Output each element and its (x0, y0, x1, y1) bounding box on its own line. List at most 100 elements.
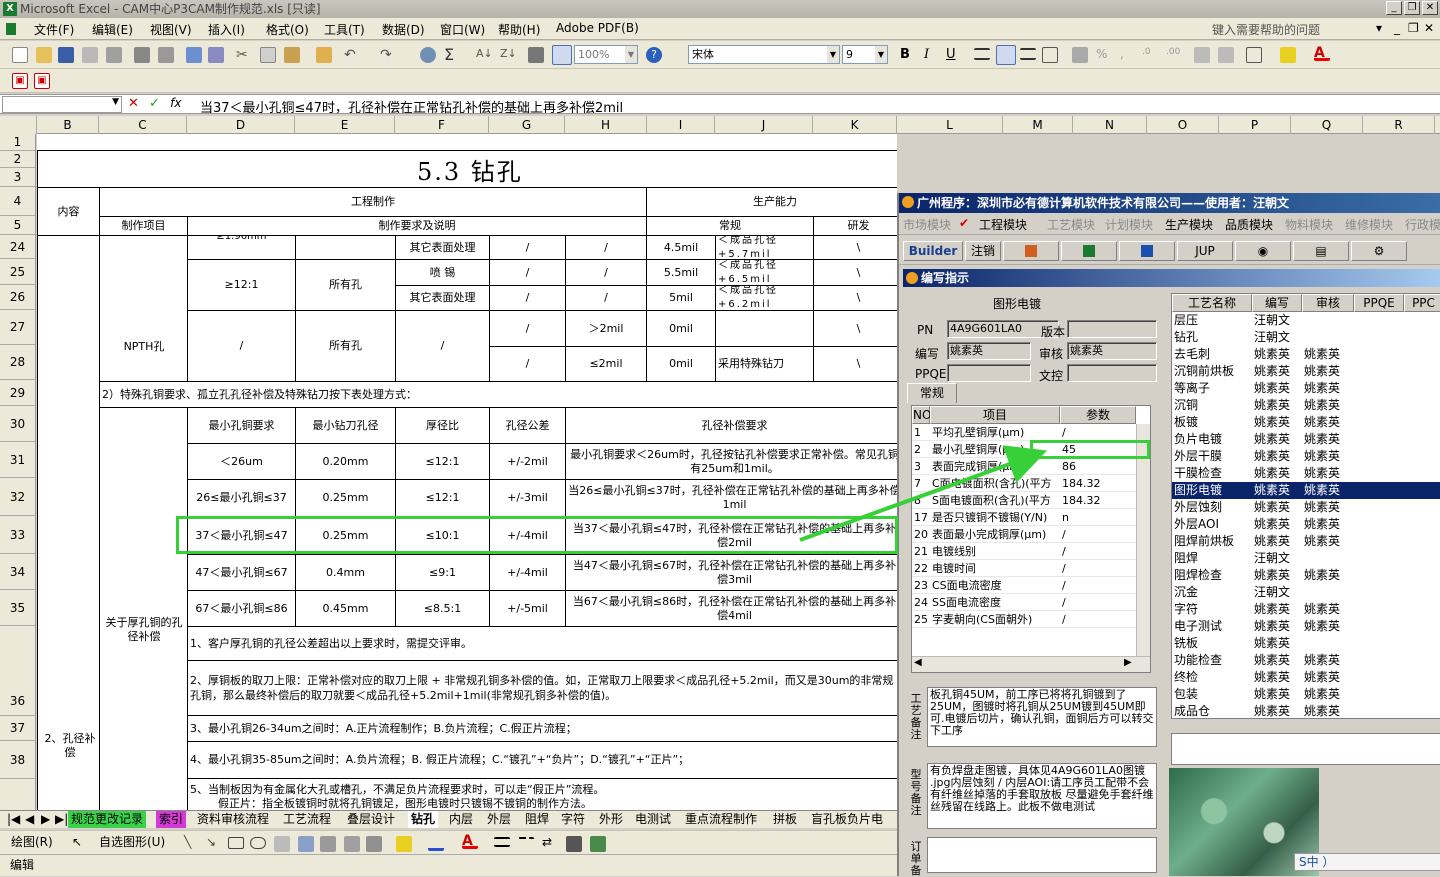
first-sheet-icon[interactable]: |◀ (4, 811, 23, 828)
row-header[interactable]: 36 (0, 626, 35, 716)
currency-icon[interactable] (1072, 47, 1088, 63)
list-item[interactable]: 铣板 姚素英 (1172, 635, 1440, 652)
row-header[interactable]: 28 (0, 345, 35, 380)
param-row[interactable]: 3 表面完成铜厚(μm) 86 (912, 458, 1142, 475)
list-item[interactable]: 沉铜 姚素英 姚素英 (1172, 397, 1440, 414)
module-material[interactable]: 物料模块 (1285, 216, 1333, 233)
formula-input[interactable]: 当37＜最小孔铜≤47时，孔径补偿在正常钻孔补偿的基础上再多补偿2mil (200, 97, 623, 116)
doc-close-icon[interactable]: ✕ (1424, 21, 1434, 35)
cancel-icon[interactable]: ✕ (128, 96, 139, 111)
chart-wizard-icon[interactable] (528, 47, 544, 63)
list-item[interactable]: 钻孔 汪朝文 (1172, 329, 1440, 346)
list-item[interactable]: 图形电镀 姚素英 姚素英 (1172, 482, 1440, 499)
sheet-tab[interactable]: 外层 (484, 811, 514, 828)
column-header[interactable]: Q (1291, 116, 1363, 134)
rectangle-icon[interactable] (228, 837, 244, 849)
sheet-tab[interactable]: 拼板 (770, 811, 800, 828)
row-header[interactable]: 37 (0, 716, 35, 741)
menu-file[interactable]: 文件(F) (34, 21, 74, 38)
row-header[interactable]: 1 (0, 134, 35, 151)
param-row[interactable]: 20 表面最小完成铜厚(μm) / (912, 526, 1142, 543)
ppt-icon[interactable] (1003, 241, 1059, 261)
line-icon[interactable]: ╲ (184, 835, 200, 851)
module-admin[interactable]: 行政模 (1405, 216, 1440, 233)
row-header[interactable]: 27 (0, 310, 35, 345)
menu-data[interactable]: 数据(D) (382, 21, 425, 38)
module-planning[interactable]: 计划模块 (1105, 216, 1153, 233)
word-export-icon[interactable] (1119, 241, 1175, 261)
param-row[interactable]: 25 字麦朝向(CS面朝外) / (912, 611, 1142, 628)
column-header[interactable]: D (187, 116, 295, 134)
row-header[interactable]: 32 (0, 478, 35, 516)
excel-menu-icon[interactable] (6, 23, 16, 35)
drawing-toggle-icon[interactable] (552, 45, 572, 65)
param-row[interactable]: 21 电镀线别 / (912, 543, 1142, 560)
help-dropdown-icon[interactable]: ▾ (1376, 21, 1382, 35)
review-field[interactable]: 姚素英 (1067, 342, 1157, 360)
menu-insert[interactable]: 插入(I) (208, 21, 245, 38)
row-header[interactable]: 38 (0, 741, 35, 779)
param-row[interactable]: 17 是否只镀铜不镀锡(Y/N) n (912, 509, 1142, 526)
column-header[interactable]: L (897, 116, 1003, 134)
restore-icon[interactable]: ❐ (1404, 1, 1420, 15)
list-item[interactable]: 等离子 姚素英 姚素英 (1172, 380, 1440, 397)
column-header[interactable]: P (1219, 116, 1291, 134)
open-icon[interactable] (36, 47, 52, 63)
list-item[interactable]: 去毛刺 姚素英 姚素英 (1172, 346, 1440, 363)
param-row[interactable]: 8 S面电镀面积(含孔)(平方 184.32 (912, 492, 1142, 509)
view-icon[interactable]: ◉ (1235, 241, 1291, 261)
type-note[interactable]: 有负焊盘走图镀，具体见4A9G601LA0图镀 .jpg内层蚀刻 / 内层AOI… (927, 763, 1157, 829)
comma-icon[interactable]: , (1120, 47, 1136, 63)
research-icon[interactable] (208, 47, 224, 63)
row-header[interactable]: 25 (0, 259, 35, 285)
row-header[interactable]: 3 (0, 168, 35, 187)
diagram-icon[interactable] (320, 836, 336, 852)
select-objects-icon[interactable]: ↖ (72, 835, 88, 851)
control-field[interactable] (1067, 364, 1157, 382)
minimize-icon[interactable]: _ (1386, 1, 1402, 15)
save-icon[interactable] (58, 47, 74, 63)
zoom-select[interactable]: 100% ▼ (574, 45, 638, 64)
scroll-left-icon[interactable]: ◀ (914, 657, 922, 668)
param-row[interactable]: 23 CS面电流密度 / (912, 577, 1142, 594)
percent-icon[interactable]: % (1096, 47, 1112, 63)
column-header[interactable]: I (647, 116, 715, 134)
excel-export-icon[interactable] (1061, 241, 1117, 261)
sheet-tab-active[interactable]: 钻孔 (408, 811, 439, 828)
list-item[interactable]: 沉金 汪朝文 (1172, 584, 1440, 601)
fill-color-icon[interactable] (396, 836, 412, 852)
settings-icon[interactable]: ⚙ (1351, 241, 1407, 261)
ppqe-field[interactable] (947, 364, 1031, 382)
font-color-icon[interactable]: A (462, 833, 478, 849)
column-header[interactable]: F (395, 116, 489, 134)
row-header[interactable]: 4 (0, 187, 35, 216)
param-row[interactable]: 1 平均孔壁铜厚(μm) / (912, 424, 1142, 441)
list-item[interactable]: 电子测试 姚素英 姚素英 (1172, 618, 1440, 635)
order-note[interactable] (927, 837, 1157, 873)
row-header[interactable]: 30 (0, 406, 35, 442)
list-item[interactable]: 阻焊 汪朝文 (1172, 550, 1440, 567)
font-size-select[interactable]: 9 ▼ (842, 45, 888, 64)
jup-button[interactable]: JUP (1177, 241, 1233, 261)
shadow-icon[interactable] (566, 836, 582, 852)
column-header[interactable]: E (295, 116, 395, 134)
autosum-icon[interactable]: Σ (444, 45, 460, 64)
param-hscrollbar[interactable]: ◀ ▶ (912, 656, 1150, 672)
logout-button[interactable]: 注销 (965, 241, 1001, 261)
list-item[interactable]: 阻焊前烘板 姚素英 姚素英 (1172, 533, 1440, 550)
select-all-corner[interactable] (0, 116, 37, 134)
tab-normal[interactable]: 常规 (907, 383, 957, 403)
undo-icon[interactable]: ↶ (344, 47, 360, 63)
list-item[interactable]: 板镀 姚素英 姚素英 (1172, 414, 1440, 431)
param-row[interactable]: 7 C面电镀面积(含孔)(平方 184.32 (912, 475, 1142, 492)
sheet-tab[interactable]: 字符 (558, 811, 588, 828)
column-header[interactable]: C (99, 116, 187, 134)
version-field[interactable] (1067, 320, 1157, 338)
sheet-tab[interactable]: 阻焊 (522, 811, 552, 828)
pdf-email-icon[interactable]: ▣ (34, 73, 50, 89)
print-icon[interactable] (134, 47, 150, 63)
builder-button[interactable]: Builder (903, 241, 963, 261)
column-header[interactable]: K (813, 116, 897, 134)
align-center-icon[interactable] (996, 45, 1016, 65)
spelling-icon[interactable] (186, 47, 202, 63)
